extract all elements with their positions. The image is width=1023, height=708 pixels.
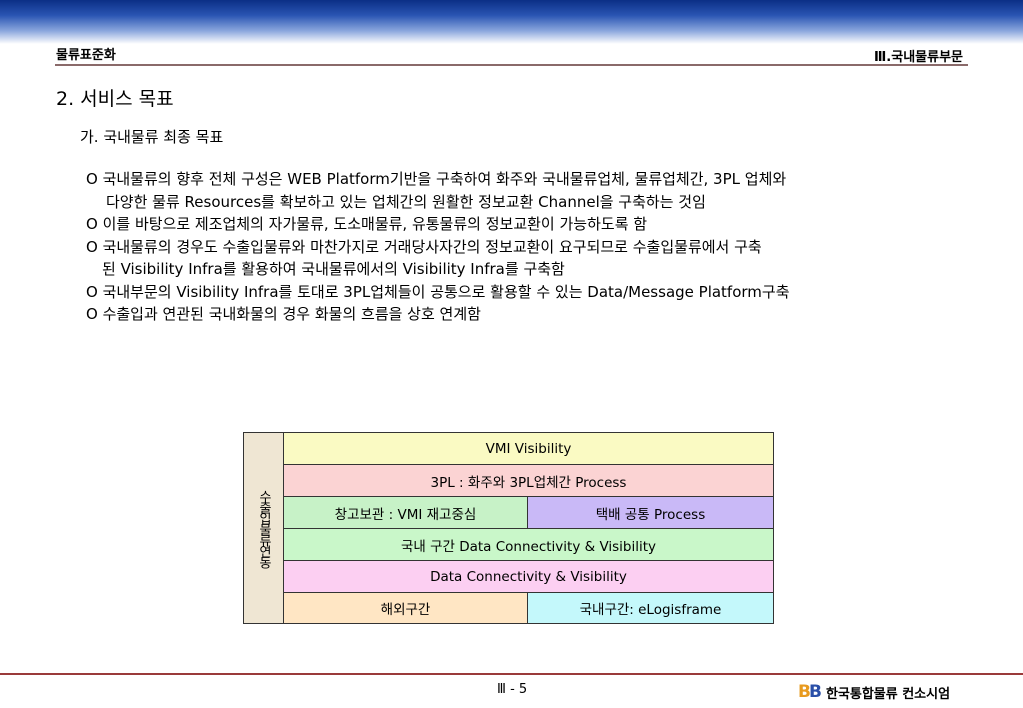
company-name: 한국통합물류 컨소시엄 (825, 686, 951, 702)
diagram-row: 3PL : 화주와 3PL업체간 Process (284, 465, 773, 497)
company-logo: BB 한국통합물류 컨소시엄 (798, 682, 950, 702)
diagram-cell: 국내 구간 Data Connectivity & Visibility (284, 529, 773, 560)
diagram-side-panel: 수출입물류연동 (244, 433, 284, 623)
footer-divider (0, 673, 1023, 675)
section-title: 2. 서비스 목표 (56, 88, 174, 110)
bullet-5-line-1: O 수출입과 연관된 국내화물의 경우 화물의 흐름을 상호 연계함 (86, 305, 481, 323)
diagram-cell: VMI Visibility (284, 433, 773, 464)
diagram-cell: 창고보관 : VMI 재고중심 (284, 497, 528, 528)
diagram-cell: 해외구간 (284, 593, 528, 623)
page-number: Ⅲ - 5 (497, 682, 528, 697)
subsection-title: 가. 국내물류 최종 목표 (80, 128, 224, 146)
header-left-title: 물류표준화 (56, 48, 116, 63)
bullet-3-line-1: O 국내물류의 경우도 수출입물류와 마찬가지로 거래당사자간의 정보교환이 요… (86, 237, 762, 256)
bullet-1-line-2: 다양한 물류 Resources를 확보하고 있는 업체간의 원활한 정보교환 … (106, 192, 706, 211)
bullet-2-line-1: O 이를 바탕으로 제조업체의 자가물류, 도소매물류, 유통물류의 정보교환이… (86, 215, 648, 233)
bb-logo-icon: BB (798, 682, 822, 702)
bullet-1-line-1: O 국내물류의 향후 전체 구성은 WEB Platform기반을 구축하여 화… (86, 170, 787, 188)
header-right-title: Ⅲ.국내물류부문 (874, 50, 963, 65)
diagram-row: 창고보관 : VMI 재고중심 택배 공통 Process (284, 497, 773, 529)
logistics-layer-diagram: 수출입물류연동 VMI Visibility 3PL : 화주와 3PL업체간 … (243, 432, 774, 624)
diagram-row: 해외구간 국내구간: eLogisframe (284, 593, 773, 623)
diagram-cell: Data Connectivity & Visibility (284, 561, 773, 592)
bullet-list: O 국내물류의 향후 전체 구성은 WEB Platform기반을 구축하여 화… (86, 168, 790, 326)
header-divider (55, 64, 968, 66)
diagram-row: 국내 구간 Data Connectivity & Visibility (284, 529, 773, 561)
diagram-cell: 국내구간: eLogisframe (528, 593, 773, 623)
bullet-4-line-1: O 국내부문의 Visibility Infra를 토대로 3PL업체들이 공통… (86, 282, 790, 301)
diagram-row: Data Connectivity & Visibility (284, 561, 773, 593)
diagram-cell: 3PL : 화주와 3PL업체간 Process (284, 465, 773, 496)
diagram-row: VMI Visibility (284, 433, 773, 465)
diagram-cell: 택배 공통 Process (528, 497, 773, 528)
diagram-side-label: 수출입물류연동 (256, 489, 271, 567)
bullet-3-line-2: 된 Visibility Infra를 활용하여 국내물류에서의 Visibil… (102, 260, 565, 278)
header-gradient-band (0, 0, 1023, 44)
